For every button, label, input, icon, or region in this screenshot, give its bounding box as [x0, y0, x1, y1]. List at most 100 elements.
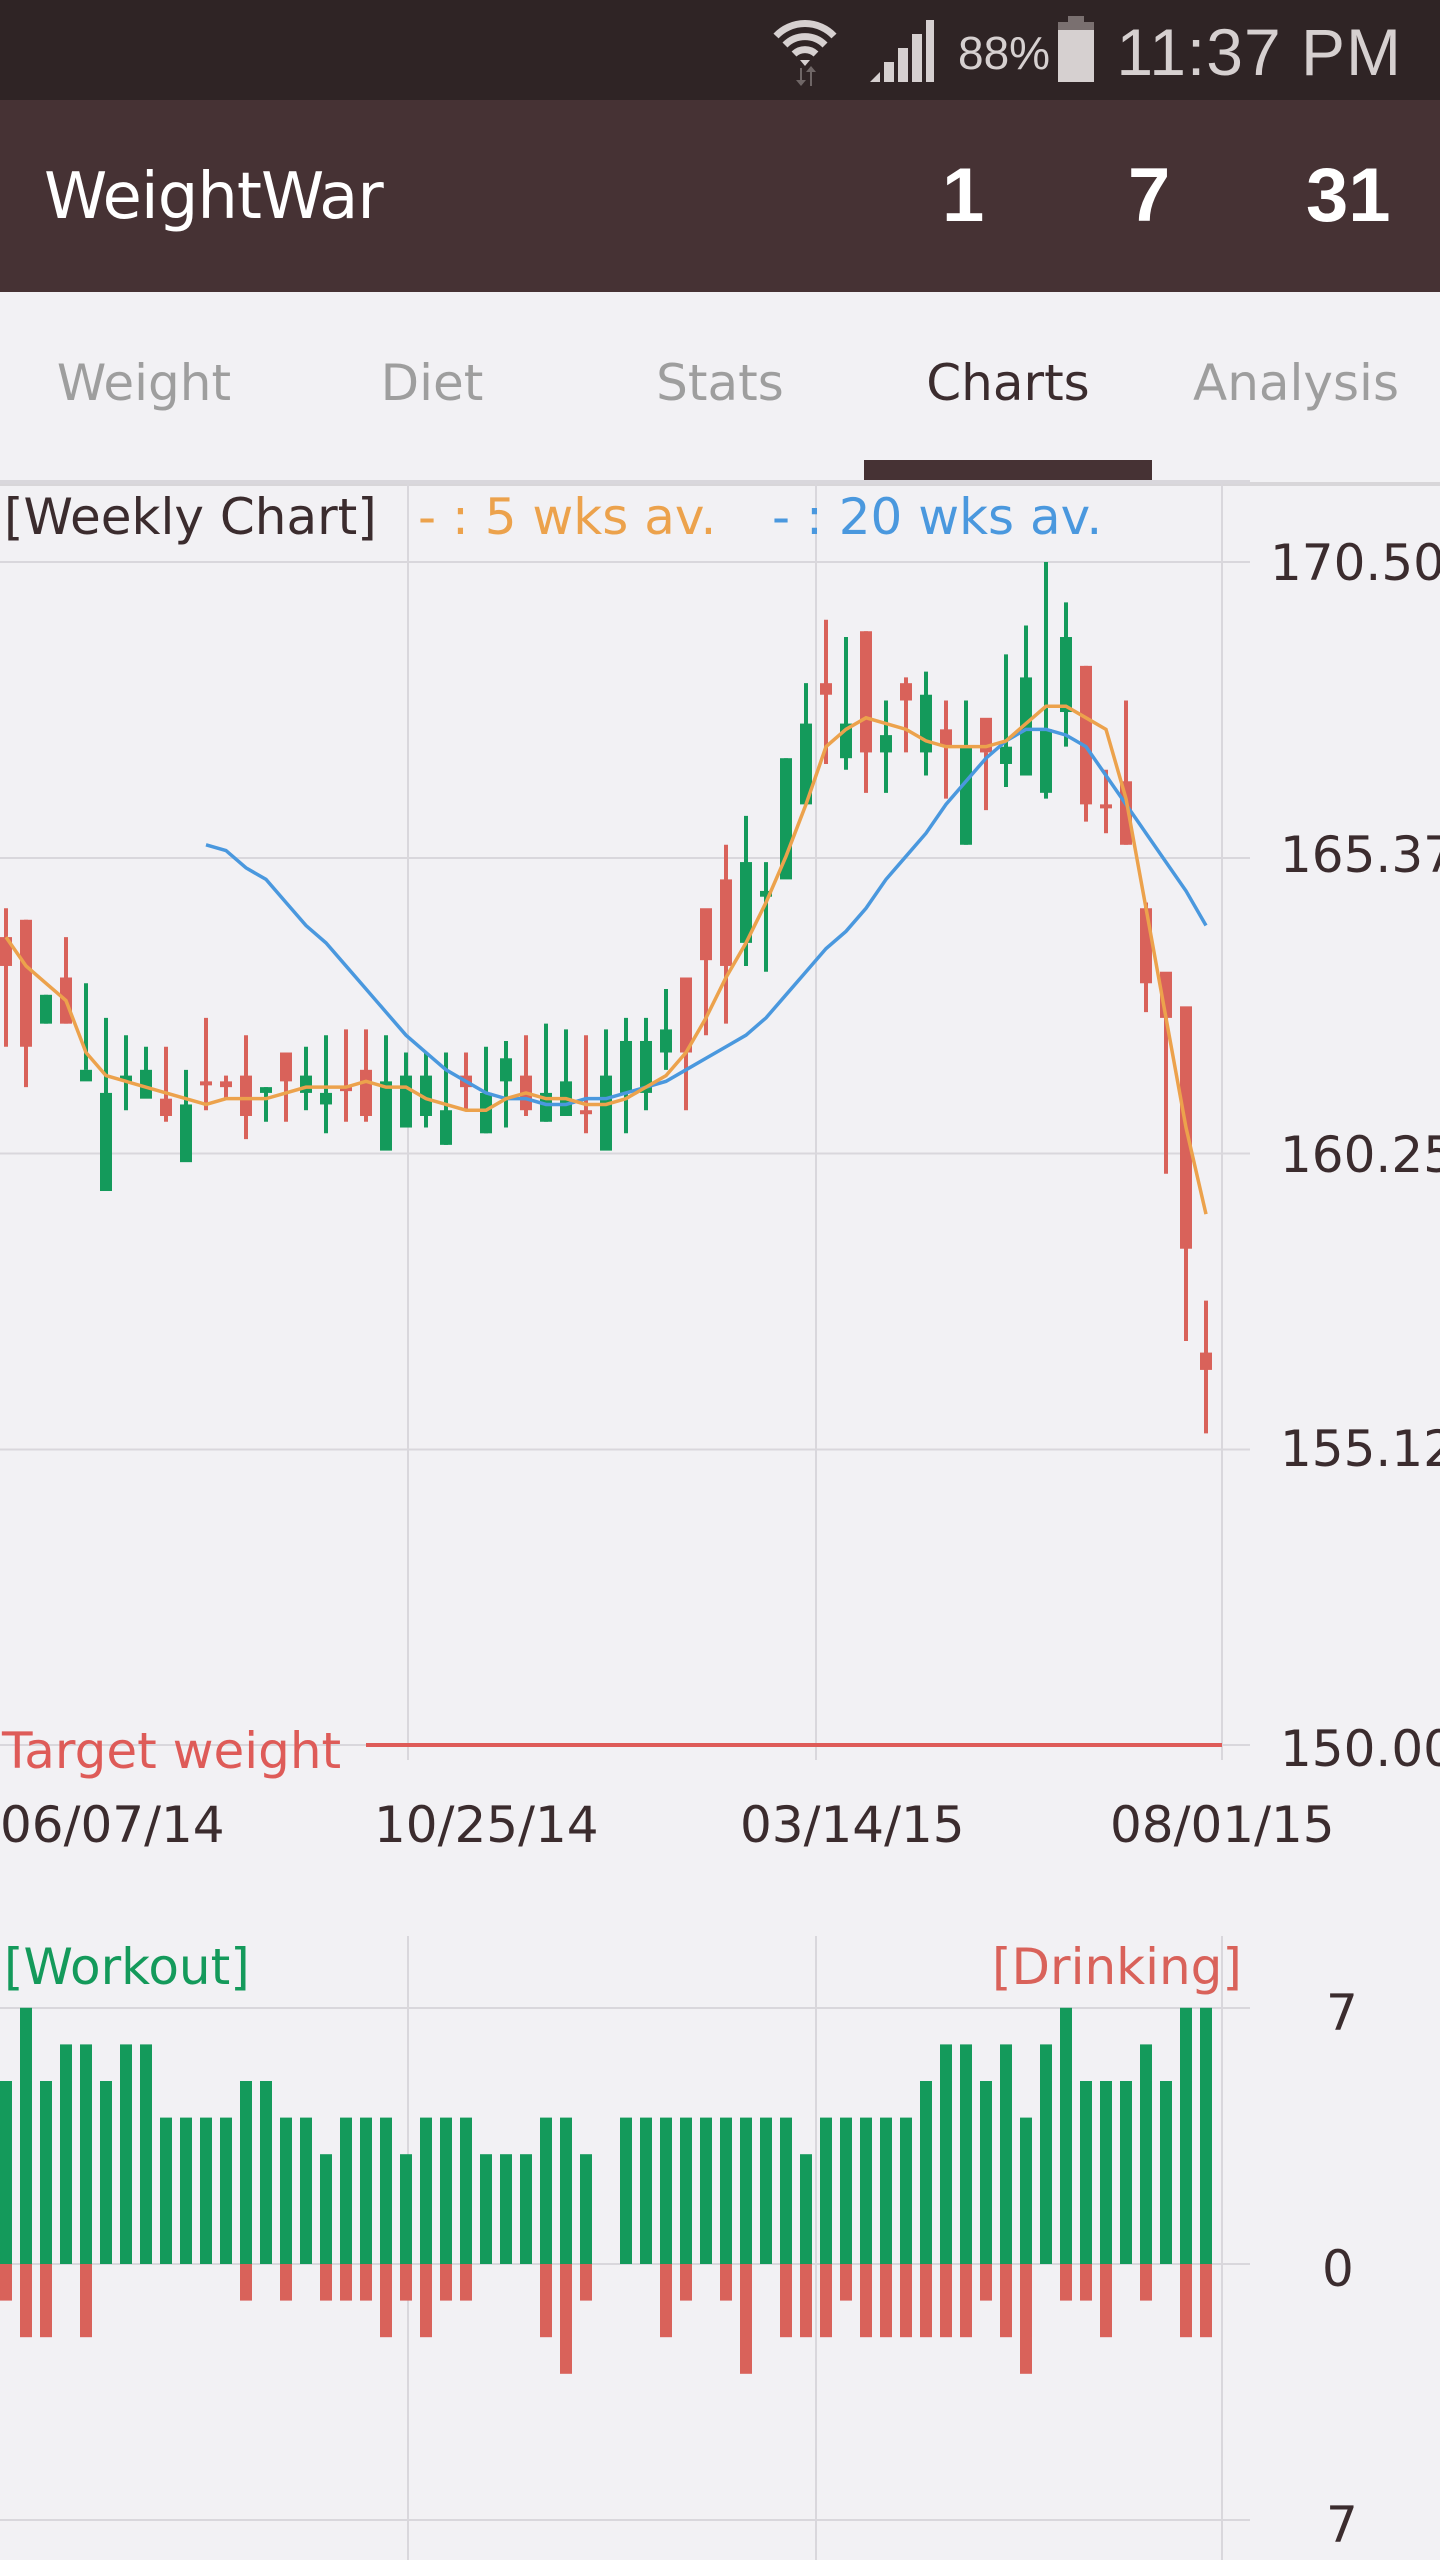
drinking-bar: [40, 2264, 52, 2338]
workout-bar: [680, 2117, 692, 2264]
workout-bar: [820, 2117, 832, 2264]
workout-bar: [740, 2117, 752, 2264]
drinking-bar: [440, 2264, 452, 2301]
drinking-bar: [340, 2264, 352, 2301]
workout-bar: [300, 2117, 312, 2264]
workout-bar: [920, 2081, 932, 2264]
drinking-bar: [680, 2264, 692, 2301]
workout-bar: [1140, 2044, 1152, 2264]
workout-bar: [1160, 2081, 1172, 2264]
drinking-bar: [740, 2264, 752, 2374]
workout-bar: [240, 2081, 252, 2264]
drinking-bar: [1020, 2264, 1032, 2374]
workout-bar: [200, 2117, 212, 2264]
workout-title: [Workout]: [4, 1938, 250, 1996]
workout-bar: [420, 2117, 432, 2264]
workout-bar: [620, 2117, 632, 2264]
drinking-bar: [780, 2264, 792, 2338]
workout-drinking-chart: [0, 1936, 1250, 2560]
drinking-bar: [800, 2264, 812, 2338]
drinking-bar: [860, 2264, 872, 2338]
workout-bar: [540, 2117, 552, 2264]
workout-bar: [1100, 2081, 1112, 2264]
drinking-bar: [540, 2264, 552, 2338]
drinking-bar: [1140, 2264, 1152, 2301]
drinking-bar: [360, 2264, 372, 2301]
workout-bar: [1000, 2044, 1012, 2264]
drinking-bar: [0, 2264, 12, 2301]
drinking-bar: [280, 2264, 292, 2301]
drinking-bar: [940, 2264, 952, 2338]
drinking-bar: [240, 2264, 252, 2301]
workout-bar: [1040, 2044, 1052, 2264]
workout-bar: [280, 2117, 292, 2264]
drinking-bar: [1180, 2264, 1192, 2338]
drinking-bar: [400, 2264, 412, 2301]
drinking-bar: [560, 2264, 572, 2374]
workout-bar: [440, 2117, 452, 2264]
workout-bar: [720, 2117, 732, 2264]
workout-bar: [760, 2117, 772, 2264]
drinking-bar: [1060, 2264, 1072, 2301]
workout-bar: [220, 2117, 232, 2264]
drinking-bar: [900, 2264, 912, 2338]
workout-bar: [580, 2154, 592, 2264]
workout-bar: [700, 2117, 712, 2264]
workout-bar: [800, 2154, 812, 2264]
drinking-bar: [1000, 2264, 1012, 2338]
drinking-bar: [580, 2264, 592, 2301]
workout-bar: [120, 2044, 132, 2264]
workout-bar: [560, 2117, 572, 2264]
workout-bar: [1200, 2007, 1212, 2264]
workout-bar: [1060, 2007, 1072, 2264]
workout-bar: [60, 2044, 72, 2264]
workout-bar: [320, 2154, 332, 2264]
workout-bar: [500, 2154, 512, 2264]
bar-y-tick-top: 7: [1326, 1984, 1358, 2042]
bar-y-tick-bottom: 7: [1326, 2496, 1358, 2554]
drinking-bar: [920, 2264, 932, 2338]
drinking-bar: [840, 2264, 852, 2301]
workout-bar: [980, 2081, 992, 2264]
workout-bar: [880, 2117, 892, 2264]
workout-bar: [1120, 2081, 1132, 2264]
workout-bar: [660, 2117, 672, 2264]
bar-y-tick-zero: 0: [1322, 2240, 1354, 2298]
workout-bar: [360, 2117, 372, 2264]
drinking-bar: [880, 2264, 892, 2338]
workout-bar: [400, 2154, 412, 2264]
workout-bar: [900, 2117, 912, 2264]
drinking-bar: [820, 2264, 832, 2338]
workout-bar: [380, 2117, 392, 2264]
drinking-bar: [660, 2264, 672, 2338]
drinking-bar: [960, 2264, 972, 2338]
drinking-bar: [20, 2264, 32, 2338]
drinking-title: [Drinking]: [992, 1938, 1242, 1996]
workout-bar: [480, 2154, 492, 2264]
workout-bar: [1080, 2081, 1092, 2264]
workout-bar: [340, 2117, 352, 2264]
drinking-bar: [1100, 2264, 1112, 2338]
drinking-bar: [980, 2264, 992, 2301]
workout-bar: [80, 2044, 92, 2264]
drinking-bar: [80, 2264, 92, 2338]
workout-bar: [940, 2044, 952, 2264]
workout-bar: [640, 2117, 652, 2264]
workout-bar: [40, 2081, 52, 2264]
workout-bar: [180, 2117, 192, 2264]
workout-bar: [20, 2007, 32, 2264]
workout-bar: [0, 2081, 12, 2264]
workout-bar: [1020, 2117, 1032, 2264]
workout-bar: [1180, 2007, 1192, 2264]
workout-bar: [100, 2081, 112, 2264]
drinking-bar: [1080, 2264, 1092, 2301]
workout-bar: [960, 2044, 972, 2264]
workout-bar: [520, 2154, 532, 2264]
drinking-bar: [420, 2264, 432, 2338]
drinking-bar: [1200, 2264, 1212, 2338]
workout-bar: [860, 2117, 872, 2264]
workout-bar: [140, 2044, 152, 2264]
workout-bar: [460, 2117, 472, 2264]
drinking-bar: [320, 2264, 332, 2301]
drinking-bar: [380, 2264, 392, 2338]
